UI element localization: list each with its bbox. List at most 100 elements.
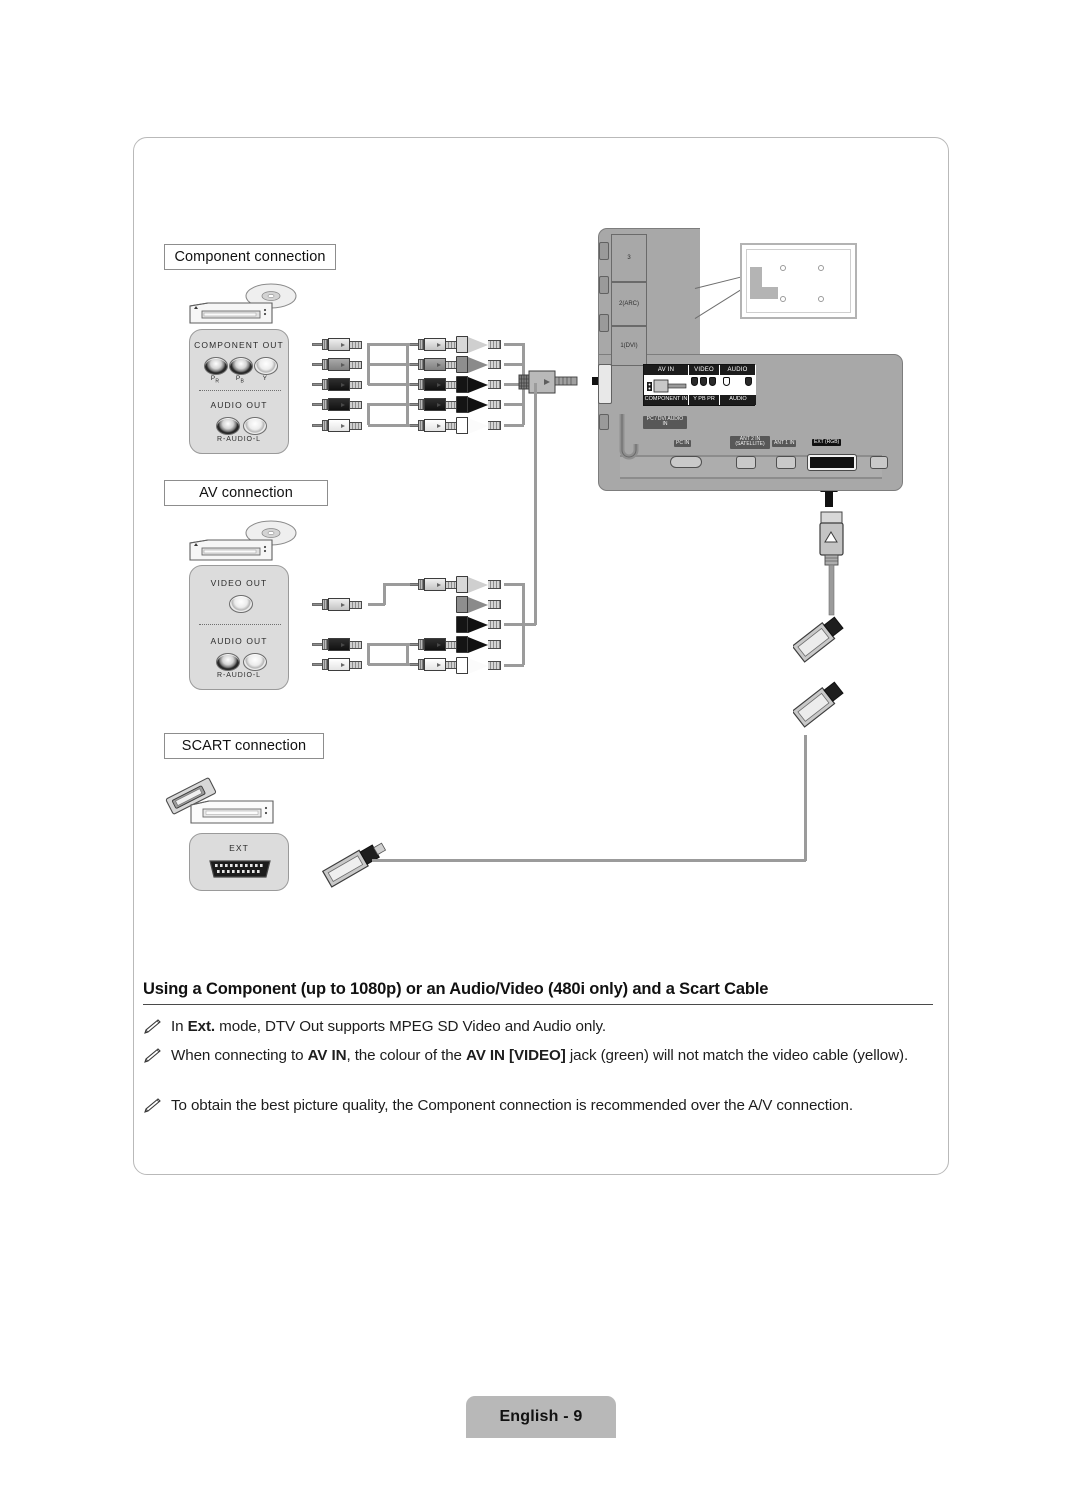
- hdmi-port-2-arc: 2(ARC): [611, 282, 647, 326]
- scart-ext-jack-panel: EXT: [189, 833, 289, 891]
- wire-comp-5: [368, 424, 410, 427]
- audio-header-label: AUDIO: [720, 365, 756, 375]
- note-pencil-icon: [144, 1098, 161, 1113]
- component-plug-left-3: [312, 378, 362, 391]
- component-plug-mid-4: [408, 398, 458, 411]
- wire-comp-out-4: [504, 403, 524, 406]
- note-item-1: In Ext. mode, DTV Out supports MPEG SD V…: [143, 1017, 938, 1037]
- av-plug-video-left: [312, 598, 362, 611]
- ant2-in-tag: ANT 2 IN (SATELLITE): [730, 436, 770, 449]
- scart-cable-plug-device-end: [321, 842, 387, 888]
- component-in-plug-icon: [647, 379, 687, 393]
- wire-scart-up: [804, 735, 807, 861]
- component-out-jack-panel: COMPONENT OUT PR PB Y AUDIO OUT R-AUDIO-…: [189, 329, 289, 454]
- ant1-in-tag: ANT 1 IN: [772, 440, 797, 448]
- component-mplug-1: [456, 336, 501, 353]
- component-plug-left-4: [312, 398, 362, 411]
- video-jack-y-icon: [691, 377, 698, 386]
- component-mplug-2: [456, 356, 501, 373]
- ant2-in-port: [736, 456, 756, 469]
- wire-comp-bundle-left: [367, 343, 370, 385]
- wire-comp-1: [368, 343, 410, 346]
- tv-side-port-d: [599, 414, 609, 430]
- wire-comp-out-5: [504, 424, 524, 427]
- tv-side-port-component-in: [598, 364, 612, 404]
- wire-comp-3: [368, 383, 410, 386]
- section-caption-scart-label: SCART connection: [181, 738, 307, 754]
- tv-bottom-port-extra: [870, 456, 888, 469]
- component-in-footer-label: COMPONENT IN: [644, 395, 689, 405]
- wire-av-out-1: [504, 583, 524, 586]
- component-jack-pr-label: PR: [210, 375, 220, 385]
- av-audio-out-title: AUDIO OUT: [210, 636, 268, 646]
- video-header-label: VIDEO: [689, 365, 720, 375]
- scart-cable-plug-lower: [793, 681, 844, 728]
- hdmi-port-2-label: 2(ARC): [618, 301, 639, 307]
- note-1-text: In Ext. mode, DTV Out supports MPEG SD V…: [171, 1018, 606, 1035]
- av-out-jack-panel: VIDEO OUT AUDIO OUT R-AUDIO-L: [189, 565, 289, 690]
- note-2-text: When connecting to AV IN, the colour of …: [171, 1047, 909, 1064]
- tv-inset-screw-tr: [818, 265, 824, 271]
- component-adapter-plug: [518, 370, 578, 394]
- audio-jack-r-icon: [745, 377, 752, 386]
- component-mplug-3: [456, 376, 501, 393]
- av-plug-audio-l-mid: [408, 658, 458, 671]
- ext-rgb-plug: [819, 511, 844, 616]
- av-mplug-3: [456, 616, 501, 633]
- power-cord-icon: [619, 414, 639, 460]
- av-mplug-1: [456, 576, 501, 593]
- av-audio-jack-r: [216, 653, 240, 671]
- component-jack-y-label: Y: [262, 375, 268, 382]
- component-plug-mid-2: [408, 358, 458, 371]
- hdmi-port-3-label: 3: [627, 255, 631, 261]
- component-out-title: COMPONENT OUT: [194, 340, 284, 350]
- component-plug-mid-5: [408, 419, 458, 432]
- wire-comp-bundle-left2: [367, 403, 370, 425]
- section-caption-scart: SCART connection: [164, 733, 324, 759]
- wire-comp-out-1: [504, 343, 524, 346]
- wire-comp-bundle-mid: [406, 343, 409, 425]
- video-footer-label: Y PB PR: [689, 395, 720, 405]
- pc-in-tag: PC IN: [674, 440, 692, 448]
- wire-scart-to-tv: [372, 859, 806, 862]
- av-plug-audio-r-mid: [408, 638, 458, 651]
- video-out-title: VIDEO OUT: [210, 578, 268, 588]
- av-plug-audio-l-left: [312, 658, 362, 671]
- note-pencil-icon: [144, 1048, 161, 1063]
- section-caption-component: Component connection: [164, 244, 336, 270]
- av-in-mid-video: [689, 375, 720, 395]
- note-item-3: To obtain the best picture quality, the …: [143, 1096, 938, 1116]
- tv-side-port-c: [599, 314, 609, 332]
- note-item-2: When connecting to AV IN, the colour of …: [143, 1046, 938, 1066]
- component-jack-pb: [229, 357, 253, 375]
- av-in-mid-audio: [720, 375, 756, 395]
- pc-in-port: [670, 456, 702, 468]
- component-audio-jack-l: [243, 417, 267, 435]
- page-headline: Using a Component (up to 1080p) or an Au…: [143, 980, 933, 1005]
- component-jack-pr: [204, 357, 228, 375]
- av-panel-divider-dotted: [199, 624, 281, 625]
- tv-side-port-a: [599, 242, 609, 260]
- scart-ext-connector-icon: [209, 860, 271, 878]
- tv-side-port-b: [599, 276, 609, 294]
- page-footer-label: English - 9: [499, 1408, 583, 1425]
- wire-av-video-c: [383, 583, 410, 586]
- component-plug-mid-1: [408, 338, 458, 351]
- dvd-player-illustration-component: [189, 283, 297, 324]
- wire-av-video-b: [383, 583, 386, 605]
- audio-jack-l-icon: [723, 377, 730, 386]
- section-caption-av: AV connection: [164, 480, 328, 506]
- ext-rgb-port: [807, 454, 857, 471]
- av-mplug-5: [456, 657, 501, 674]
- av-in-label-block: AV IN VIDEO AUDIO COMPONENT IN Y PB PR A…: [643, 364, 756, 406]
- ant1-in-port: [776, 456, 796, 469]
- hdmi-port-1-dvi: 1(DVI): [611, 326, 647, 366]
- scart-device-illustration: [165, 777, 274, 824]
- av-plug-audio-r-left: [312, 638, 362, 651]
- av-audio-jack-l: [243, 653, 267, 671]
- wire-comp-2: [368, 363, 410, 366]
- av-in-mid-left: [644, 375, 689, 395]
- note-pencil-icon: [144, 1019, 161, 1034]
- video-jack-pr-icon: [709, 377, 716, 386]
- wire-av-to-tv: [504, 623, 536, 626]
